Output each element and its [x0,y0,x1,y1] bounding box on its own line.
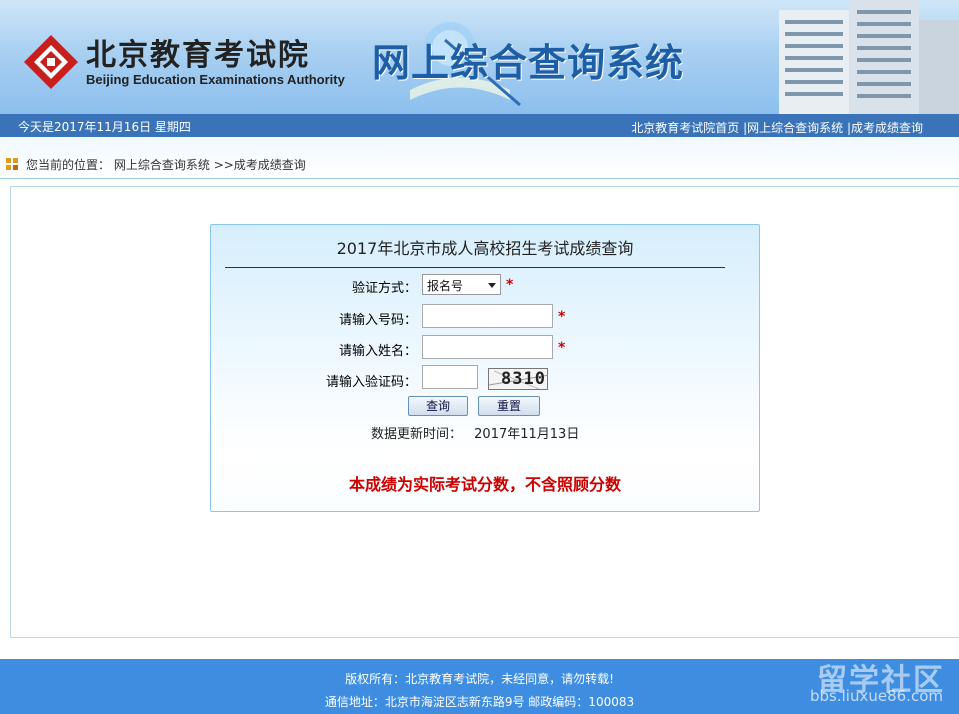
required-mark: * [558,340,566,356]
name-label: 请输入姓名： [338,344,417,359]
required-mark: * [558,309,566,325]
watermark-url: bbs.liuxue86.com [810,687,943,705]
link-home[interactable]: 北京教育考试院首页 [631,121,739,135]
today-date: 今天是2017年11月16日 星期四 [18,120,191,134]
logo-title-en: Beijing Education Examinations Authority [86,72,345,87]
name-input[interactable] [422,335,553,359]
link-separator: | [843,121,851,135]
update-time: 数据更新时间： 2017年11月13日 [371,423,579,442]
title-divider [225,267,725,268]
building-image [779,0,959,114]
query-panel: 2017年北京市成人高校招生考试成绩查询 验证方式： 报名号 * 请输入号码： … [210,224,760,512]
breadcrumb-prefix: 您当前的位置： [26,158,111,172]
verify-method-select[interactable]: 报名号 [422,274,501,295]
breadcrumb-arrow: >> [213,158,234,172]
number-label: 请输入号码： [338,313,417,328]
score-notice: 本成绩为实际考试分数，不含照顾分数 [348,475,621,494]
breadcrumb-path[interactable]: 网上综合查询系统 [114,158,210,172]
verify-method-label: 验证方式： [351,281,417,296]
required-mark: * [506,277,514,293]
footer-copyright: 版权所有：北京教育考试院，未经同意，请勿转载! [345,672,614,686]
logo-icon [24,35,78,89]
link-separator: | [739,121,748,135]
system-title: 网上综合查询系统 [372,41,685,85]
captcha-label: 请输入验证码： [325,375,417,390]
link-query-system[interactable]: 网上综合查询系统 [747,121,843,135]
date-bar: 今天是2017年11月16日 星期四 北京教育考试院首页 |网上综合查询系统 |… [0,114,959,137]
update-time-value: 2017年11月13日 [474,427,580,442]
logo-title-cn: 北京教育考试院 [86,38,310,73]
captcha-text: 8310 [501,369,546,389]
link-score-query[interactable]: 成考成绩查询 [851,121,923,135]
location-bar: 您当前的位置： 网上综合查询系统 >>成考成绩查询 [0,137,959,179]
chevron-down-icon [488,283,496,288]
breadcrumb: 您当前的位置： 网上综合查询系统 >>成考成绩查询 [26,156,306,173]
query-button[interactable]: 查询 [408,396,468,416]
number-input[interactable] [422,304,553,328]
reset-button[interactable]: 重置 [478,396,540,416]
footer: 版权所有：北京教育考试院，未经同意，请勿转载! 通信地址：北京市海淀区志新东路9… [0,659,959,714]
form-title: 2017年北京市成人高校招生考试成绩查询 [336,239,634,258]
verify-method-value: 报名号 [427,279,464,293]
location-icon [6,158,18,170]
captcha-input[interactable] [422,365,478,389]
captcha-image[interactable]: 8310 [488,368,548,390]
top-links: 北京教育考试院首页 |网上综合查询系统 |成考成绩查询 [631,119,923,136]
breadcrumb-current: 成考成绩查询 [233,158,306,172]
update-time-label: 数据更新时间： [371,427,463,442]
header-banner: 北京教育考试院 Beijing Education Examinations A… [0,0,959,114]
